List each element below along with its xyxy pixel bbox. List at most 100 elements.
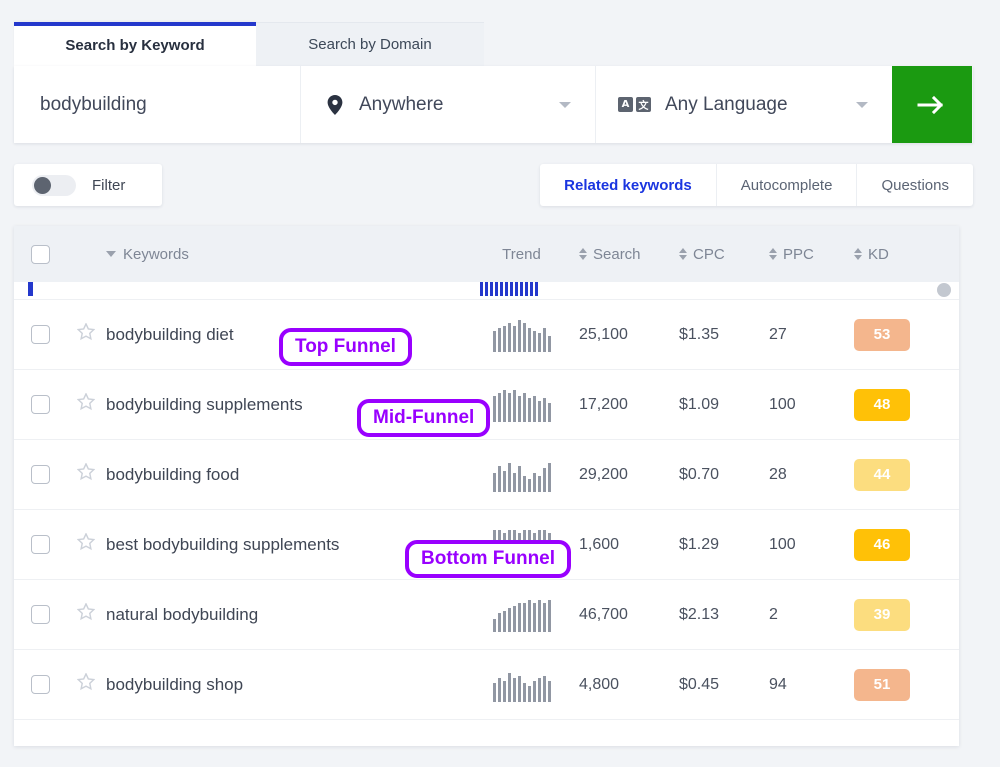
kd-badge: 51 bbox=[854, 668, 910, 701]
kd-cell: 48 bbox=[854, 388, 959, 421]
ppc-value: 100 bbox=[769, 535, 796, 553]
search-submit-button[interactable] bbox=[892, 66, 972, 143]
ppc-value: 2 bbox=[769, 605, 778, 623]
tab-search-by-domain[interactable]: Search by Domain bbox=[256, 22, 484, 66]
kd-cell: 44 bbox=[854, 458, 959, 491]
annotation-mid-funnel-label: Mid-Funnel bbox=[373, 407, 475, 428]
annotation-bottom-funnel-label: Bottom Funnel bbox=[421, 548, 556, 569]
ppc-value: 27 bbox=[769, 325, 787, 343]
select-all-checkbox[interactable] bbox=[30, 244, 50, 264]
tab-search-by-keyword-label: Search by Keyword bbox=[65, 37, 205, 54]
header-kd-label: KD bbox=[868, 245, 889, 263]
header-search[interactable]: Search bbox=[579, 246, 679, 263]
cpc-value: $1.09 bbox=[679, 395, 720, 413]
star-icon[interactable] bbox=[76, 392, 96, 416]
row-checkbox[interactable] bbox=[30, 535, 50, 554]
select-all-cell bbox=[14, 244, 66, 264]
kd-badge: 39 bbox=[854, 598, 910, 631]
star-icon[interactable] bbox=[76, 672, 96, 696]
language-select-value: Any Language bbox=[665, 93, 788, 115]
sort-icon bbox=[854, 248, 862, 260]
annotation-mid-funnel: Mid-Funnel bbox=[357, 399, 491, 437]
header-trend-label: Trend bbox=[502, 245, 541, 263]
header-ppc-label: PPC bbox=[783, 245, 814, 263]
header-keywords[interactable]: Keywords bbox=[106, 246, 464, 263]
header-cpc[interactable]: CPC bbox=[679, 246, 769, 263]
row-select-cell bbox=[14, 465, 66, 484]
kd-badge: 44 bbox=[854, 458, 910, 491]
cpc-cell: $0.45 bbox=[679, 676, 769, 694]
language-icon: A 文 bbox=[618, 97, 651, 112]
search-volume-value: 29,200 bbox=[579, 465, 628, 483]
tab-autocomplete[interactable]: Autocomplete bbox=[715, 164, 857, 206]
header-trend: Trend bbox=[464, 246, 579, 263]
partial-trend-sparkline bbox=[480, 282, 538, 296]
row-checkbox[interactable] bbox=[30, 605, 50, 624]
sort-icon bbox=[579, 248, 587, 260]
tab-autocomplete-label: Autocomplete bbox=[740, 176, 833, 194]
favorite-cell bbox=[66, 532, 106, 556]
cpc-cell: $1.35 bbox=[679, 326, 769, 344]
search-volume-cell: 17,200 bbox=[579, 396, 679, 414]
annotation-top-funnel-label: Top Funnel bbox=[295, 336, 396, 357]
tab-search-by-keyword[interactable]: Search by Keyword bbox=[14, 22, 256, 66]
table-row[interactable]: bodybuilding shop 4,800 $0.45 94 51 bbox=[14, 650, 959, 720]
language-icon-latin: A bbox=[618, 97, 633, 112]
search-volume-value: 17,200 bbox=[579, 395, 628, 413]
header-ppc[interactable]: PPC bbox=[769, 246, 854, 263]
location-select[interactable]: Anywhere bbox=[301, 66, 595, 143]
ppc-cell: 100 bbox=[769, 396, 854, 414]
search-volume-cell: 29,200 bbox=[579, 466, 679, 484]
trend-cell bbox=[464, 458, 579, 492]
header-kd[interactable]: KD bbox=[854, 246, 959, 263]
star-icon[interactable] bbox=[76, 322, 96, 346]
filter-switch[interactable] bbox=[32, 174, 76, 196]
row-select-cell bbox=[14, 535, 66, 554]
keyword-cell[interactable]: natural bodybuilding bbox=[106, 605, 464, 625]
kd-cell: 53 bbox=[854, 318, 959, 351]
row-checkbox[interactable] bbox=[30, 395, 50, 414]
ppc-cell: 28 bbox=[769, 466, 854, 484]
search-volume-value: 25,100 bbox=[579, 325, 628, 343]
keyword-cell-label: bodybuilding diet bbox=[106, 324, 234, 344]
language-select[interactable]: A 文 Any Language bbox=[596, 66, 892, 143]
star-icon[interactable] bbox=[76, 532, 96, 556]
favorite-cell bbox=[66, 322, 106, 346]
scroll-position-indicator[interactable] bbox=[28, 282, 33, 296]
tab-related-keywords[interactable]: Related keywords bbox=[540, 164, 716, 206]
cpc-value: $1.29 bbox=[679, 535, 720, 553]
row-checkbox[interactable] bbox=[30, 675, 50, 694]
scroll-thumb[interactable] bbox=[937, 283, 951, 297]
keyword-input[interactable]: bodybuilding bbox=[14, 66, 300, 143]
header-search-label: Search bbox=[593, 245, 641, 263]
filter-toggle[interactable]: Filter bbox=[14, 164, 162, 206]
location-select-value: Anywhere bbox=[359, 93, 444, 115]
ppc-cell: 94 bbox=[769, 676, 854, 694]
annotation-bottom-funnel: Bottom Funnel bbox=[405, 540, 572, 578]
row-select-cell bbox=[14, 395, 66, 414]
table-row[interactable]: bodybuilding food 29,200 $0.70 28 44 bbox=[14, 440, 959, 510]
kd-badge: 46 bbox=[854, 528, 910, 561]
trend-sparkline bbox=[492, 318, 551, 352]
keyword-cell-label: bodybuilding supplements bbox=[106, 394, 303, 414]
favorite-cell bbox=[66, 392, 106, 416]
table-header-row: Keywords Trend Search CPC PPC KD bbox=[14, 226, 959, 282]
keyword-cell[interactable]: bodybuilding shop bbox=[106, 675, 464, 695]
table-body: bodybuilding diet 25,100 $1.35 27 53 bodybuil… bbox=[14, 300, 959, 720]
row-checkbox[interactable] bbox=[30, 325, 50, 344]
cpc-cell: $1.29 bbox=[679, 536, 769, 554]
row-checkbox[interactable] bbox=[30, 465, 50, 484]
table-row[interactable]: natural bodybuilding 46,700 $2.13 2 39 bbox=[14, 580, 959, 650]
table-scroll-strip[interactable] bbox=[14, 282, 959, 300]
star-icon[interactable] bbox=[76, 602, 96, 626]
row-select-cell bbox=[14, 605, 66, 624]
tab-questions[interactable]: Questions bbox=[856, 164, 973, 206]
keyword-cell[interactable]: bodybuilding food bbox=[106, 465, 464, 485]
kd-cell: 51 bbox=[854, 668, 959, 701]
kd-badge: 53 bbox=[854, 318, 910, 351]
keyword-cell-label: natural bodybuilding bbox=[106, 604, 259, 624]
ppc-cell: 27 bbox=[769, 326, 854, 344]
star-icon[interactable] bbox=[76, 462, 96, 486]
table-row[interactable]: bodybuilding diet 25,100 $1.35 27 53 bbox=[14, 300, 959, 370]
favorite-cell bbox=[66, 462, 106, 486]
